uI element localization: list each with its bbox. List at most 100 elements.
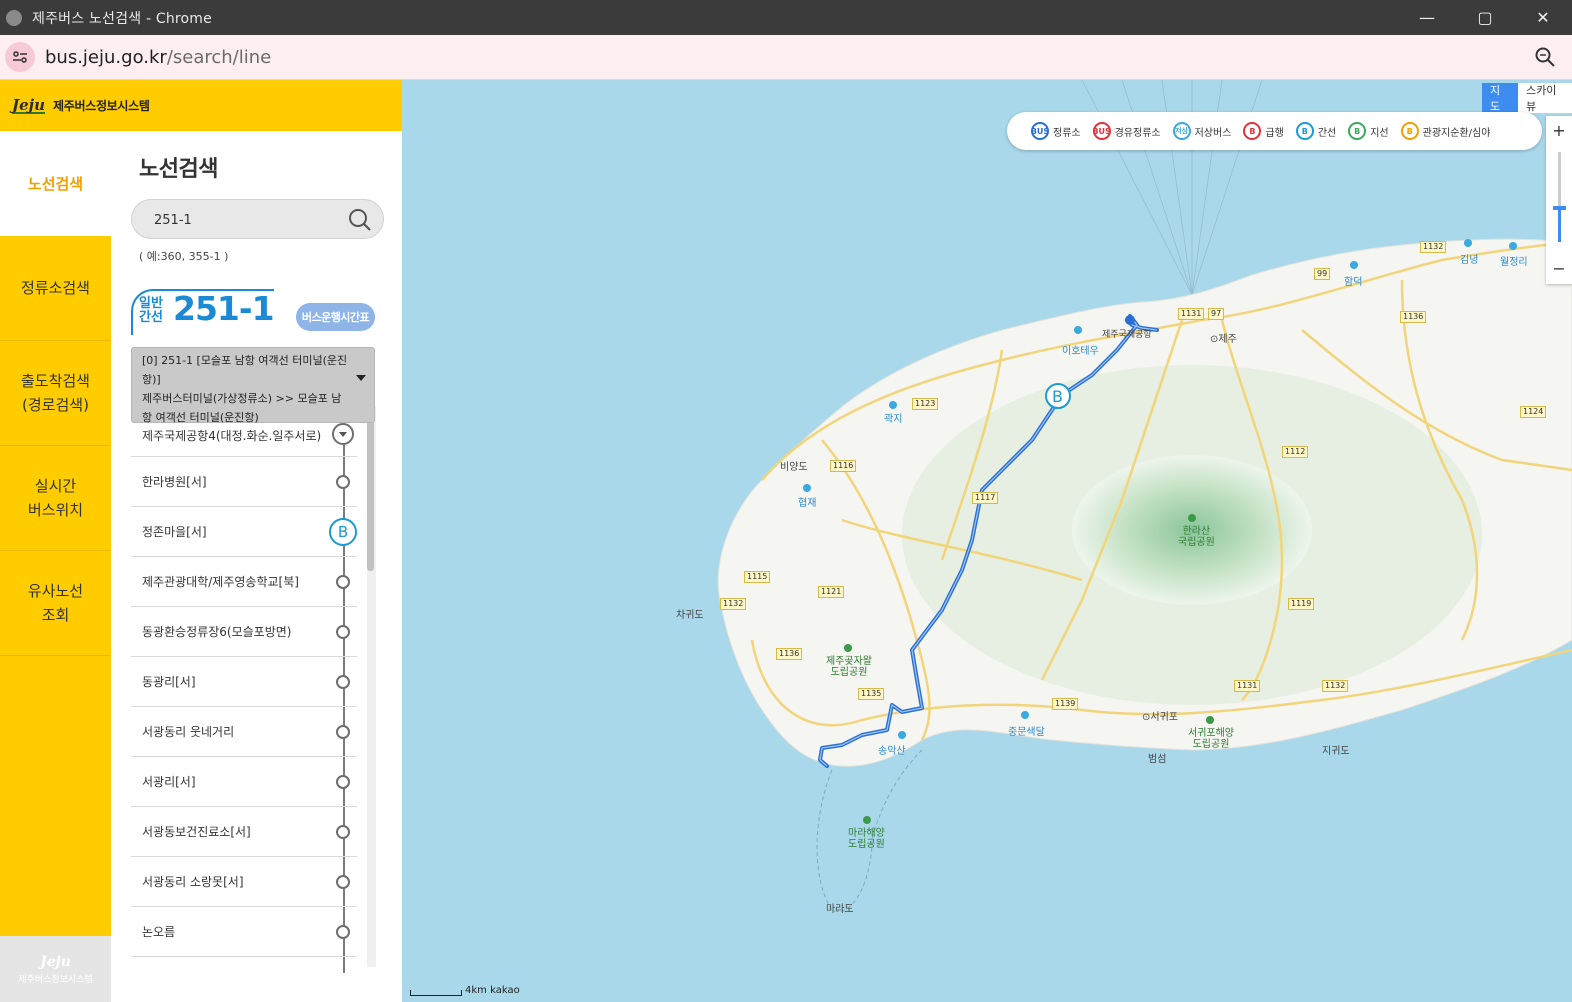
map-type-toggle: 지도 스카이뷰	[1482, 83, 1572, 113]
map-label-jeju: ⊙제주	[1210, 334, 1237, 345]
low-floor-bus-icon: 저상	[1172, 122, 1191, 140]
url-path: /search/line	[166, 46, 272, 68]
nav-item-similar-lines[interactable]: 유사노선 조회	[0, 551, 111, 656]
nav-footer-logo: Jeju 제주버스정보시스템	[0, 936, 111, 1002]
legend-item-stop: BUS 정류소	[1031, 122, 1081, 140]
map-label-beomseom: 범섬	[1148, 754, 1167, 765]
legend-item-tour: B 관광지순환/심야	[1400, 122, 1490, 140]
road-number: 1115	[744, 571, 771, 583]
timetable-button[interactable]: 버스운행시간표	[296, 303, 375, 331]
url-host: bus.jeju.go.kr	[45, 46, 167, 68]
route-badge: 일반 간선 251-1	[131, 289, 276, 335]
nav-item-stop-search[interactable]: 정류소검색	[0, 236, 111, 341]
map-attribution: kakao	[490, 985, 520, 996]
beach-marker-icon	[1074, 326, 1082, 334]
legend-label: 저상버스	[1194, 127, 1232, 139]
road-number: 97	[1208, 308, 1225, 320]
zoom-slider-handle[interactable]	[1553, 206, 1566, 210]
stop-node-icon	[336, 725, 350, 739]
stop-item[interactable]: 논오름	[131, 907, 357, 957]
route-number: 251-1	[173, 289, 275, 328]
start-stop-marker[interactable]	[1125, 315, 1135, 325]
legend-item-trunk: B 간선	[1295, 122, 1336, 140]
legend-label: 급행	[1265, 127, 1284, 139]
maximize-button[interactable]: ▢	[1456, 0, 1514, 35]
footer-name: 제주버스정보시스템	[18, 974, 93, 985]
road-number: 1132	[720, 598, 747, 610]
bus-location-icon[interactable]: B	[329, 518, 357, 546]
map-label-marine-seogwipo: 서귀포해양 도립공원	[1188, 728, 1234, 750]
map-label-chagwido: 차귀도	[676, 610, 704, 621]
beach-marker-icon	[1509, 242, 1517, 250]
route-type-1: 일반	[139, 296, 163, 311]
address-bar[interactable]: bus.jeju.go.kr/search/line	[0, 35, 1572, 80]
nav-label: 유사노선 조회	[27, 582, 84, 624]
stop-item[interactable]: 정존마을[서] B	[131, 507, 357, 557]
zoom-slider-fill	[1558, 208, 1561, 242]
stop-node-icon	[336, 775, 350, 789]
park-marker-icon	[1188, 514, 1196, 522]
road-number: 1124	[1520, 406, 1547, 418]
road-number: 1112	[1282, 446, 1309, 458]
stop-name: 제주관광대학/제주영송학교[북]	[142, 575, 299, 589]
map-label-woljeongri: 월정리	[1500, 257, 1528, 268]
map-legend: BUS 정류소 BUS 경유정류소 저상 저상버스 B 급행 B 간선 B 지선 B 관광지순…	[1007, 112, 1542, 150]
road-number: 1136	[1400, 311, 1427, 323]
map-label-gotjawal: 제주곶자왈 도립공원	[826, 656, 872, 678]
beach-marker-icon	[889, 401, 897, 409]
beach-marker-icon	[1021, 711, 1029, 719]
zoom-out-button[interactable]: −	[1546, 254, 1572, 282]
url-text[interactable]: bus.jeju.go.kr/search/line	[45, 47, 271, 68]
close-button[interactable]: ✕	[1514, 0, 1572, 35]
map-label-seogwipo: ⊙서귀포	[1142, 712, 1178, 723]
stop-item[interactable]: 한라병원[서]	[131, 457, 357, 507]
map-canvas[interactable]: B	[402, 80, 1572, 1002]
nav-item-line-search[interactable]: 노선검색	[0, 131, 111, 236]
beach-marker-icon	[803, 484, 811, 492]
stop-item[interactable]: 서광동보건진료소[서]	[131, 807, 357, 857]
map-view[interactable]: B ⊙제주 ⊙서귀포 이호테우 제주국제공항 곽지 협재 비양도 차귀도 함덕	[402, 80, 1572, 1002]
map-label-airport: 제주국제공항	[1102, 330, 1152, 340]
stop-item[interactable]: 동광환승정류장6(모슬포방면)	[131, 607, 357, 657]
stop-item[interactable]: 제주관광대학/제주영송학교[북]	[131, 557, 357, 607]
zoom-control: + −	[1546, 116, 1572, 284]
road-number: 1119	[1288, 598, 1315, 610]
nav-label: 실시간 버스위치	[27, 477, 84, 519]
stop-list: 제주국제공항4(대정.화순.일주서로) 한라병원[서] 정존마을[서] B 제주…	[131, 413, 376, 973]
search-example: ( 예:360, 355-1 )	[139, 250, 229, 263]
direction-select[interactable]: [0] 251-1 [모슬포 남항 여객선 터미널(운진항)] 제주버스터미널(…	[131, 347, 375, 424]
road-number: 1116	[830, 460, 857, 472]
search-input[interactable]	[154, 210, 334, 230]
map-type-skyview-button[interactable]: 스카이뷰	[1518, 83, 1572, 113]
express-bus-icon: B	[1243, 122, 1262, 140]
zoom-icon[interactable]	[1534, 46, 1556, 68]
footer-logo: Jeju	[40, 953, 71, 970]
park-marker-icon	[844, 644, 852, 652]
trunk-bus-icon: B	[1295, 122, 1314, 140]
nav-item-route-search[interactable]: 출도착검색 (경로검색)	[0, 341, 111, 446]
search-icon[interactable]	[347, 207, 373, 233]
legend-label: 경유정류소	[1114, 127, 1161, 139]
stop-item[interactable]: 서광리[서]	[131, 757, 357, 807]
nav-item-realtime-bus[interactable]: 실시간 버스위치	[0, 446, 111, 551]
panel-title: 노선검색	[139, 157, 218, 182]
stop-name: 동광환승정류장6(모슬포방면)	[142, 625, 292, 639]
zoom-in-button[interactable]: +	[1546, 116, 1572, 144]
brand-name[interactable]: 제주버스정보시스템	[53, 97, 150, 114]
jeju-logo[interactable]: Jeju	[12, 97, 45, 114]
route-type-2: 간선	[139, 310, 163, 325]
via-stop-icon: BUS	[1092, 122, 1111, 140]
stop-node-icon	[336, 875, 350, 889]
site-settings-icon[interactable]	[5, 42, 35, 72]
map-type-map-button[interactable]: 지도	[1482, 83, 1518, 113]
legend-item-via-stop: BUS 경유정류소	[1092, 122, 1161, 140]
map-scale: 4km kakao	[410, 985, 520, 996]
stop-item[interactable]: 서광동리 웃네거리	[131, 707, 357, 757]
legend-label: 정류소	[1053, 127, 1081, 139]
stop-item[interactable]: 서광동리 소랑못[서]	[131, 857, 357, 907]
minimize-button[interactable]: —	[1398, 0, 1456, 35]
map-label-biyangdo: 비양도	[780, 462, 808, 473]
direction-line2: 제주버스터미널(가상정류소) >> 모슬포 남항 여객선 터미널(운진항)	[142, 392, 342, 424]
scale-text: 4km	[465, 985, 487, 996]
stop-item[interactable]: 동광리[서]	[131, 657, 357, 707]
